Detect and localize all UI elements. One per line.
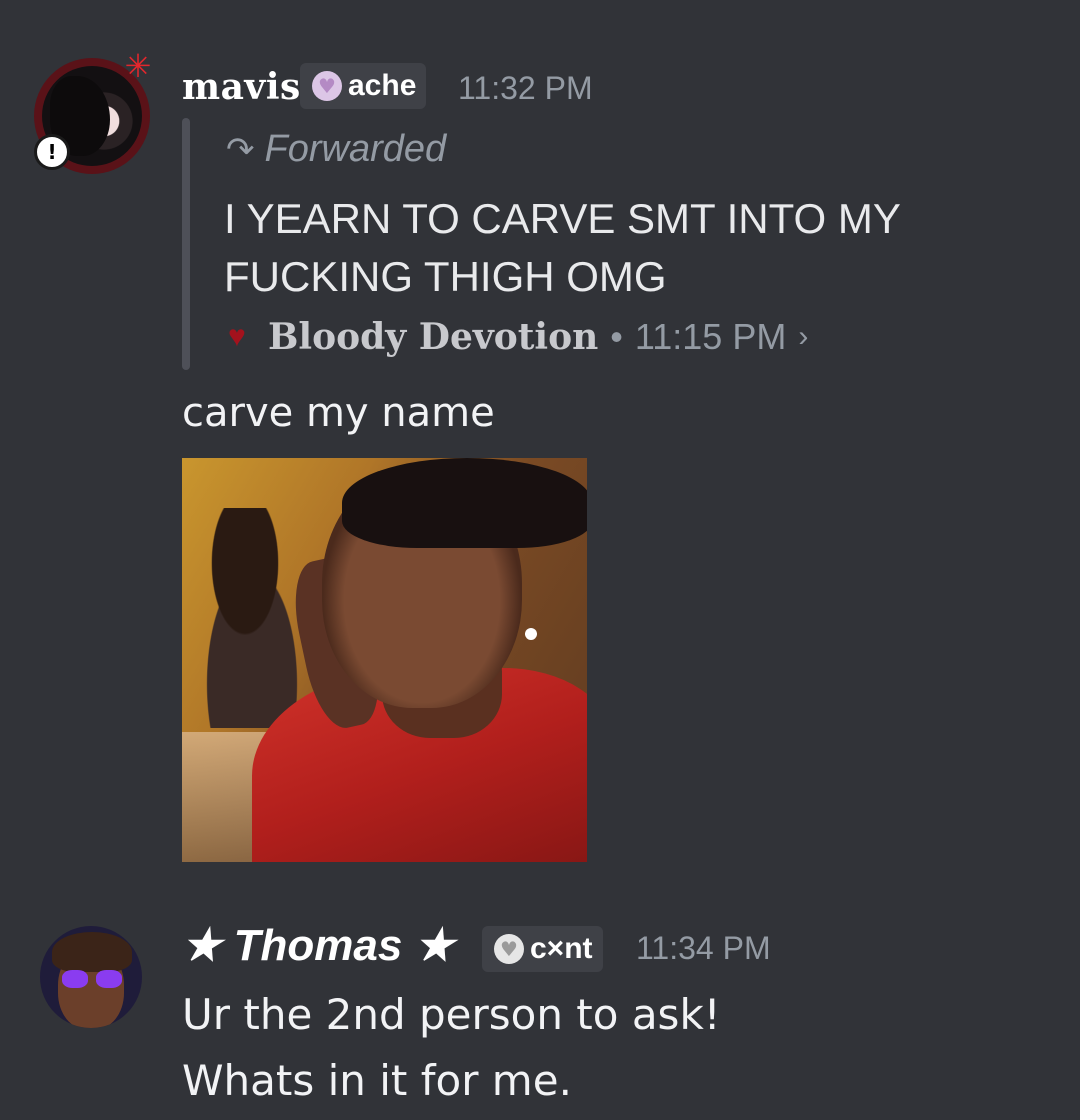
source-timestamp: 11:15 PM [634,316,787,357]
message-line-2: Whats in it for me. [182,1056,572,1105]
heart-icon: ♥ [494,934,524,964]
avatar-thomas[interactable] [40,926,142,1028]
author-name[interactable]: ★ Thomas ★ [182,920,454,971]
anger-symbol-icon: ✳ [124,47,152,85]
chevron-right-icon: › [798,320,809,353]
image-earring [525,628,537,640]
timestamp: 11:34 PM [636,930,771,966]
message-text: carve my name [182,390,495,436]
forward-source-link[interactable]: ♥ Bloody Devotion • 11:15 PM › [228,316,808,358]
user-tag-label: c×nt [530,932,593,965]
forward-quote-bar [182,118,190,370]
avatar-hair [52,932,132,972]
avatar-mavis[interactable]: ✳ ! [34,48,151,174]
forward-arrow-icon: ↷ [226,130,255,169]
user-tag-label: ache [348,69,417,102]
separator-dot: • [610,316,623,357]
forwarded-line-1: I YEARN TO CARVE SMT INTO MY [224,195,901,242]
source-server-name: Bloody Devotion [268,316,599,358]
image-hair [342,458,587,548]
message-text: Ur the 2nd person to ask! Whats in it fo… [182,982,721,1114]
user-tag[interactable]: ♥ ache [300,63,427,109]
forwarded-line-2: FUCKING THIGH OMG [224,253,667,300]
forwarded-label-row: ↷ Forwarded [226,128,446,171]
timestamp: 11:32 PM [458,70,593,106]
author-name[interactable]: mavis [182,66,301,108]
user-tag[interactable]: ♥ c×nt [482,926,603,972]
message-line-1: Ur the 2nd person to ask! [182,990,721,1039]
attached-image[interactable] [182,458,587,862]
heart-icon: ♥ [312,71,342,101]
sunglasses-icon [62,970,122,988]
forwarded-label: Forwarded [264,128,447,170]
exclamation-badge-icon: ! [34,134,70,170]
broken-heart-icon: ♥ [228,320,246,353]
forwarded-message-text: I YEARN TO CARVE SMT INTO MY FUCKING THI… [224,190,984,306]
